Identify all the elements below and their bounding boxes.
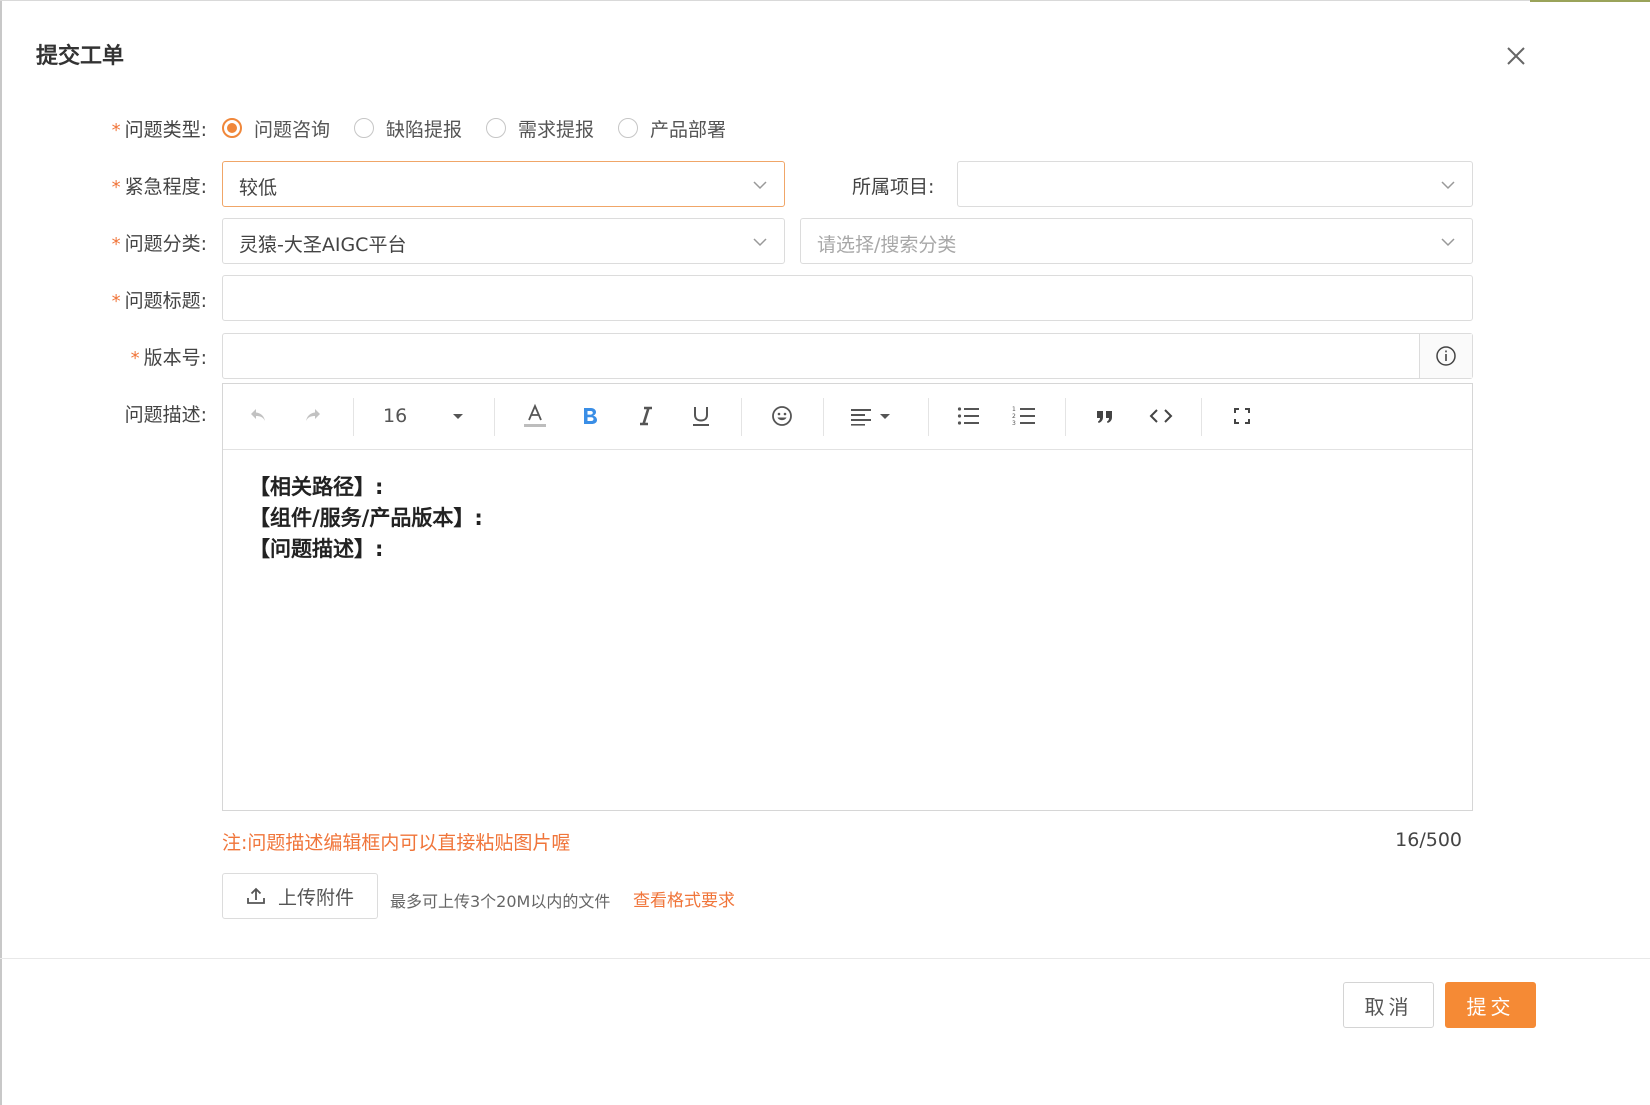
bullet-list-icon (957, 407, 979, 425)
editor-line: 【相关路径】: (249, 475, 384, 499)
fullscreen-icon (1234, 408, 1250, 424)
char-count: 16/500 (1395, 829, 1462, 851)
description-label: 问题描述: (124, 404, 207, 426)
quote-button[interactable] (1090, 401, 1120, 431)
category-label: * 问题分类: (111, 233, 207, 255)
project-label: 所属项目: (852, 176, 935, 198)
emoji-icon (772, 406, 792, 426)
toolbar-separator (823, 398, 824, 436)
caret-down-icon (453, 414, 463, 419)
background-edge (0, 0, 2, 1105)
version-info-button[interactable] (1419, 334, 1472, 378)
underline-icon (693, 407, 709, 426)
category-value: 灵猿-大圣AIGC平台 (239, 234, 407, 256)
paste-image-note: 注:问题描述编辑框内可以直接粘贴图片喔 (222, 832, 571, 854)
toolbar-separator (353, 398, 354, 436)
svg-text:1: 1 (1012, 406, 1016, 413)
undo-icon (251, 409, 265, 421)
font-size-value[interactable]: 16 (383, 405, 407, 427)
toolbar-separator (1201, 398, 1202, 436)
radio-product-deploy[interactable]: 产品部署 (618, 115, 726, 142)
emoji-button[interactable] (767, 401, 797, 431)
submit-button[interactable]: 提交 (1445, 982, 1536, 1028)
toolbar-separator (928, 398, 929, 436)
cancel-button[interactable]: 取消 (1343, 982, 1434, 1028)
category-select[interactable]: 灵猿-大圣AIGC平台 (222, 218, 785, 264)
dialog-title: 提交工单 (36, 44, 125, 69)
radio-issue-consult[interactable]: 问题咨询 (222, 115, 330, 142)
issue-type-label: * 问题类型: (111, 119, 207, 141)
chevron-down-icon (753, 181, 767, 190)
top-edge (0, 0, 1650, 1)
italic-icon (640, 406, 652, 426)
upload-attachment-button[interactable]: 上传附件 (222, 873, 378, 919)
radio-checked-icon (222, 118, 242, 138)
toolbar-separator (494, 398, 495, 436)
font-color-button[interactable] (520, 401, 550, 431)
editor-toolbar: 16 123 (223, 384, 1472, 450)
numbered-list-button[interactable]: 123 (1009, 401, 1039, 431)
close-icon[interactable] (1502, 42, 1530, 70)
svg-text:2: 2 (1012, 413, 1016, 420)
version-input[interactable] (222, 333, 1473, 379)
info-icon (1436, 346, 1456, 366)
quote-icon (1097, 411, 1112, 423)
underline-button[interactable] (686, 401, 716, 431)
version-label: * 版本号: (130, 347, 207, 369)
bold-icon (584, 408, 597, 424)
code-icon (1149, 409, 1173, 423)
required-mark: * (111, 234, 121, 255)
upload-label: 上传附件 (277, 886, 354, 909)
editor-line: 【组件/服务/产品版本】: (249, 506, 483, 530)
toolbar-separator (1065, 398, 1066, 436)
title-label: * 问题标题: (111, 290, 207, 312)
top-edge-accent (1530, 0, 1650, 2)
title-input[interactable] (222, 275, 1473, 321)
subcategory-select[interactable]: 请选择/搜索分类 (800, 218, 1473, 264)
fullscreen-button[interactable] (1227, 401, 1257, 431)
required-mark: * (111, 291, 121, 312)
svg-text:3: 3 (1012, 420, 1016, 427)
code-button[interactable] (1146, 401, 1176, 431)
urgency-label: * 紧急程度: (111, 176, 207, 198)
italic-button[interactable] (631, 401, 661, 431)
footer-divider (0, 958, 1650, 959)
required-mark: * (111, 177, 121, 198)
radio-requirement-report[interactable]: 需求提报 (486, 115, 594, 142)
redo-icon (306, 409, 320, 421)
align-button[interactable] (847, 401, 895, 431)
numbered-list-icon: 123 (1012, 406, 1035, 427)
align-left-icon (851, 409, 890, 426)
radio-unchecked-icon (618, 118, 639, 138)
font-size-dropdown[interactable] (443, 401, 473, 431)
bold-button[interactable] (575, 401, 605, 431)
editor-line: 【问题描述】: (249, 537, 384, 561)
radio-defect-report[interactable]: 缺陷提报 (354, 115, 462, 142)
redo-button[interactable] (298, 401, 328, 431)
format-requirements-link[interactable]: 查看格式要求 (633, 886, 735, 911)
upload-icon (247, 887, 265, 904)
font-color-icon (524, 403, 546, 427)
radio-unchecked-icon (486, 118, 507, 138)
issue-type-radio-group: 问题咨询 缺陷提报 需求提报 产品部署 (222, 110, 750, 146)
urgency-select[interactable]: 较低 (222, 161, 785, 207)
chevron-down-icon (1441, 238, 1455, 247)
editor-content[interactable]: 【相关路径】: 【组件/服务/产品版本】: 【问题描述】: (249, 472, 483, 565)
project-select[interactable] (957, 161, 1473, 207)
subcategory-placeholder: 请选择/搜索分类 (817, 234, 957, 256)
chevron-down-icon (753, 238, 767, 247)
required-mark: * (111, 120, 121, 141)
toolbar-separator (741, 398, 742, 436)
radio-unchecked-icon (354, 118, 375, 138)
chevron-down-icon (1441, 181, 1455, 190)
urgency-value: 较低 (239, 177, 278, 199)
bullet-list-button[interactable] (953, 401, 983, 431)
undo-button[interactable] (243, 401, 273, 431)
upload-hint: 最多可上传3个20M以内的文件 (390, 892, 611, 911)
required-mark: * (130, 348, 140, 369)
description-editor[interactable]: 16 123 【相关路径】: 【组件/服务/产品版本】: 【问题描述】: (222, 383, 1473, 811)
